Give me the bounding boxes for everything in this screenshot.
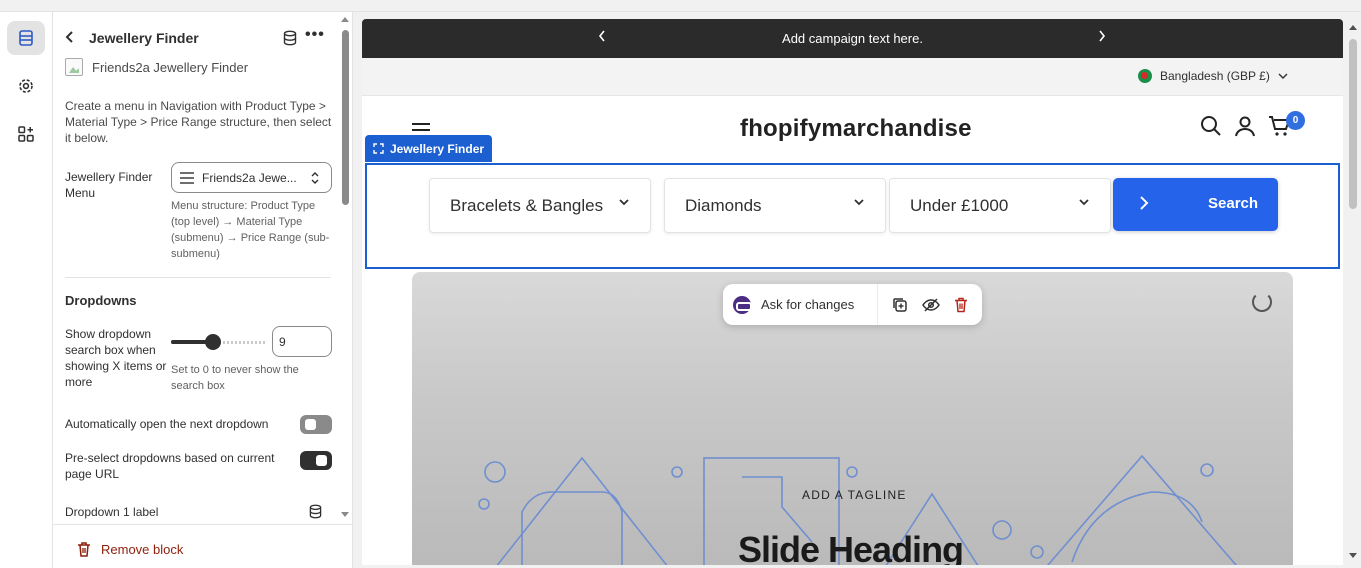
chevron-right-icon [1140,196,1149,210]
material-type-value: Diamonds [685,195,762,215]
store-header: fhopifymarchandise 0 [362,96,1343,164]
menu-list-icon [180,171,194,184]
finder-search-label: Search [1208,195,1259,212]
scroll-down-arrow[interactable] [341,512,349,517]
announcement-text: Add campaign text here. [782,31,923,46]
menu-help-text: Menu structure: Product Type (top level)… [171,200,330,260]
preview-scroll-thumb[interactable] [1349,39,1357,209]
finder-search-button[interactable]: Search [1113,178,1278,231]
jewellery-finder-block[interactable]: Bracelets & Bangles Diamonds Under £1000… [365,163,1340,269]
toolbar-actions [878,297,968,313]
gear-icon [19,79,33,93]
selected-block-tag[interactable]: Jewellery Finder [365,135,493,162]
loading-spinner-icon [1252,292,1272,312]
price-range-dropdown[interactable]: Under £1000 [889,178,1111,233]
menu-select[interactable]: Friends2a Jewe... [171,162,332,193]
account-icon[interactable] [1234,115,1256,137]
block-source: Friends2a Jewellery Finder [65,58,248,76]
dropdowns-heading: Dropdowns [65,293,137,308]
panel-description: Create a menu in Navigation with Product… [65,99,332,145]
database-icon[interactable] [283,30,297,51]
storefront-preview: Add campaign text here. Bangladesh (GBP … [362,19,1343,565]
locale-bar: Bangladesh (GBP £) [362,58,1343,96]
country-selector-label: Bangladesh (GBP £) [1160,69,1270,83]
sections-icon [19,30,33,46]
delete-icon[interactable] [954,297,968,313]
block-toolbar: Ask for changes [723,284,982,325]
sidekick-avatar-icon [733,295,752,314]
panel-scroll-thumb[interactable] [342,30,349,205]
more-options-icon[interactable]: ••• [305,26,325,44]
announcement-next-icon[interactable] [1097,29,1107,48]
material-type-dropdown[interactable]: Diamonds [664,178,886,233]
hide-icon[interactable] [922,297,940,313]
panel-subtitle: Friends2a Jewellery Finder [92,59,249,75]
panel-title: Jewellery Finder [89,30,199,46]
cart-count-badge: 0 [1286,111,1305,130]
editor-rail [0,12,53,568]
product-type-value: Bracelets & Bangles [450,195,604,215]
chevron-down-icon [1079,199,1089,206]
select-frame-icon [373,143,384,154]
section-divider [65,277,331,278]
chevron-down-icon [1278,73,1288,79]
panel-footer: Remove block [53,524,352,568]
dropdown1-label: Dropdown 1 label [65,505,159,519]
duplicate-icon[interactable] [892,297,908,313]
menu-label: Jewellery Finder Menu [65,170,153,200]
search-box-number-input[interactable]: 9 [272,326,332,357]
chevron-down-icon [619,199,629,206]
preselect-toggle[interactable] [300,451,332,470]
selected-block-tag-label: Jewellery Finder [390,141,485,156]
ask-for-changes-label: Ask for changes [761,297,855,312]
chevron-down-icon [854,199,864,206]
remove-block-button[interactable]: Remove block [77,542,183,557]
country-selector[interactable]: Bangladesh (GBP £) [1138,69,1288,83]
announcement-prev-icon[interactable] [597,29,607,48]
apps-icon [18,126,34,142]
preselect-label: Pre-select dropdowns based on current pa… [65,451,275,481]
sections-button[interactable] [7,21,45,55]
back-icon[interactable] [64,30,76,48]
panel-scrollbar[interactable] [338,12,353,524]
hero-tagline: ADD A TAGLINE [802,488,907,502]
preview-scroll-up-arrow[interactable] [1349,25,1357,30]
ask-for-changes-button[interactable]: Ask for changes [723,284,878,325]
theme-settings-button[interactable] [7,69,45,103]
store-logo[interactable]: fhopifymarchandise [740,115,972,143]
price-range-value: Under £1000 [910,195,1009,215]
hero-slide-heading: Slide Heading [738,529,964,565]
header-icons [1200,115,1292,137]
search-box-help-text: Set to 0 to never show the search box [171,364,299,392]
preview-scrollbar[interactable] [1345,19,1361,565]
search-box-slider-handle[interactable] [205,334,221,350]
auto-open-toggle[interactable] [300,415,332,434]
dropdown1-database-icon[interactable] [309,504,322,524]
select-chevrons-icon [311,171,319,184]
preview-scroll-down-arrow[interactable] [1349,553,1357,558]
top-border [0,0,1361,12]
bangladesh-flag-icon [1138,69,1152,83]
search-icon[interactable] [1200,115,1222,137]
announcement-bar: Add campaign text here. [362,19,1343,58]
trash-icon [78,542,90,557]
scroll-up-arrow[interactable] [341,17,349,22]
remove-block-label: Remove block [101,542,184,557]
block-settings-panel: Jewellery Finder ••• Friends2a Jewellery… [53,12,353,568]
apps-button[interactable] [7,117,45,151]
auto-open-label: Automatically open the next dropdown [65,417,269,431]
app-image-icon [65,58,83,76]
product-type-dropdown[interactable]: Bracelets & Bangles [429,178,651,233]
search-box-label: Show dropdown search box when showing X … [65,327,167,389]
menu-select-value: Friends2a Jewe... [202,170,297,185]
